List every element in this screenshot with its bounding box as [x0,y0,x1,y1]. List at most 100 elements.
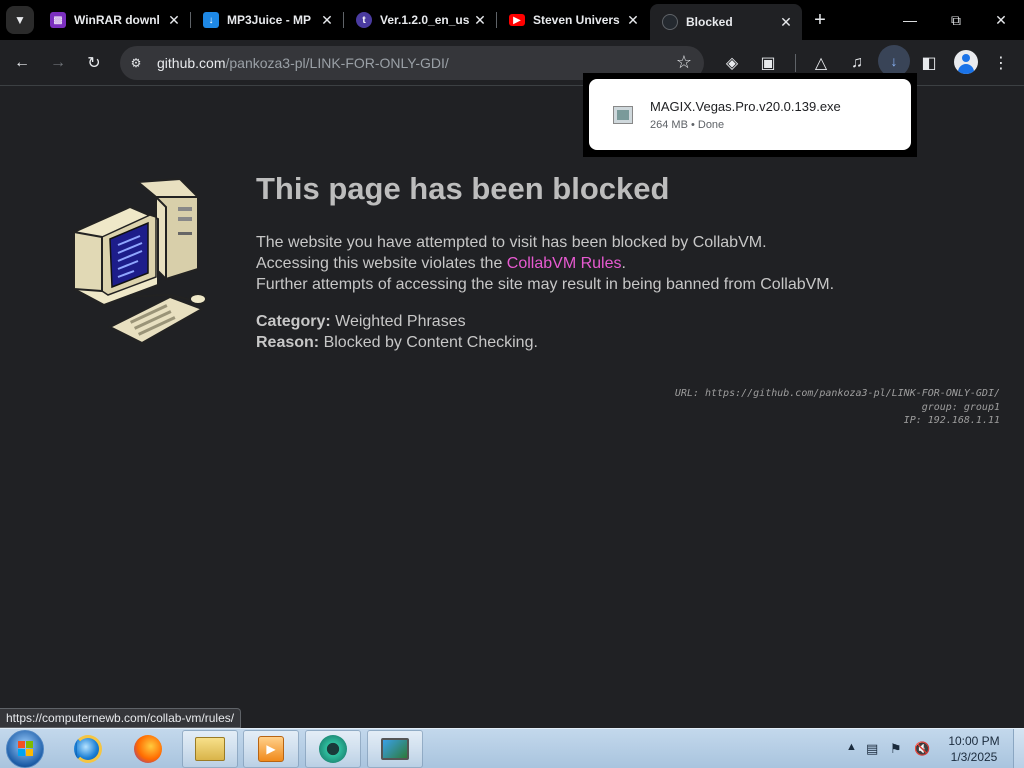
tab-title: Ver.1.2.0_en_us [380,13,470,27]
minimize-icon: — [903,12,917,28]
restore-button[interactable]: ⧉ [933,0,979,40]
puzzle-icon: ▣ [760,55,776,72]
playlist-icon: ♫ [851,54,863,71]
side-panel-button[interactable]: ◧ [914,48,944,78]
volume-muted-icon[interactable]: 🔇 [914,741,930,757]
block-message-line3: Further attempts of accessing the site m… [256,276,835,293]
download-filename: MAGIX.Vegas.Pro.v20.0.139.exe [650,99,841,114]
reason-row: Reason: Blocked by Content Checking. [256,334,538,352]
system-clock[interactable]: 10:00 PM 1/3/2025 [944,733,1004,765]
category-row: Category: Weighted Phrases [256,313,466,331]
url-host: github.com [157,55,226,71]
block-message-line2: Accessing this website violates the Coll… [256,255,626,273]
tab-title: WinRAR downl [74,13,160,27]
winrar-icon: ▩ [50,12,66,28]
download-status: 264 MB • Done [650,119,725,131]
close-tab-icon[interactable]: ✕ [319,12,335,28]
download-item[interactable]: MAGIX.Vegas.Pro.v20.0.139.exe 264 MB • D… [589,79,911,150]
taskbar-media-player[interactable]: ▶ [243,730,299,768]
tab-mp3juice[interactable]: ↓ MP3Juice - MP ✕ [191,4,343,36]
taskbar-chrome[interactable] [305,730,361,768]
download-bubble: MAGIX.Vegas.Pro.v20.0.139.exe 264 MB • D… [583,73,917,157]
tab-title: Steven Univers [533,13,620,27]
back-button[interactable]: ← [7,48,37,78]
youtube-icon: ▶ [509,14,525,26]
mp3juice-icon: ↓ [203,12,219,28]
reason-label: Reason: [256,334,320,351]
restore-icon: ⧉ [951,11,961,28]
tab-blocked[interactable]: Blocked ✕ [650,4,802,40]
blocked-page: This page has been blocked The website y… [0,87,1024,709]
profile-avatar-icon[interactable] [954,50,978,74]
tab-tumblr[interactable]: t Ver.1.2.0_en_us ✕ [344,4,496,36]
file-explorer-icon [195,737,225,761]
url-text: github.com/pankoza3-pl/LINK-FOR-ONLY-GDI… [157,55,449,71]
arrow-right-icon: → [50,54,66,71]
clock-time: 10:00 PM [948,734,1000,748]
forward-button[interactable]: → [43,48,73,78]
github-icon [662,14,678,30]
firefox-icon [134,735,162,763]
close-tab-icon[interactable]: ✕ [472,12,488,28]
tab-youtube[interactable]: ▶ Steven Univers ✕ [497,4,649,36]
internet-explorer-icon [74,735,102,763]
block-message-line1: The website you have attempted to visit … [256,234,767,251]
reason-value: Blocked by Content Checking. [323,334,538,351]
taskbar-firefox[interactable] [120,730,176,768]
close-tab-icon[interactable]: ✕ [778,14,794,30]
download-icon: ↓ [890,53,898,69]
line2-prefix: Accessing this website violates the [256,255,507,272]
show-hidden-icons-button[interactable]: ▲ [846,741,857,753]
url-path: /pankoza3-pl/LINK-FOR-ONLY-GDI/ [225,55,449,71]
monitor-app-icon [381,738,409,760]
start-button[interactable] [6,730,44,768]
reload-icon: ↻ [87,55,101,72]
show-desktop-button[interactable] [1013,729,1024,768]
action-center-flag-icon[interactable]: ⚑ [890,741,902,757]
extension-sync-icon: ◈ [725,55,739,72]
taskbar-internet-explorer[interactable] [60,730,116,768]
url-meta: URL: https://github.com/pankoza3-pl/LINK… [674,388,1000,399]
minimize-button[interactable]: — [887,0,933,40]
taskbar-file-explorer[interactable] [182,730,238,768]
chrome-icon [319,735,347,763]
toolbar-separator [795,54,796,72]
taskbar: ▶ ▲ ▤ ⚑ 🔇 10:00 PM 1/3/2025 [0,728,1024,768]
chevron-down-icon: ▼ [14,13,26,27]
kebab-menu-icon: ⋮ [993,55,1009,72]
tab-title: Blocked [686,15,733,29]
ip-meta: IP: 192.168.1.11 [903,415,1000,426]
new-tab-button[interactable]: + [808,8,832,32]
category-label: Category: [256,313,331,330]
media-player-icon: ▶ [258,736,284,762]
exe-file-icon [613,106,633,124]
line2-suffix: . [621,255,626,272]
taskbar-monitor-app[interactable] [367,730,423,768]
network-icon[interactable]: ▤ [866,741,878,757]
close-icon: ✕ [995,11,1007,28]
page-title: This page has been blocked [256,171,670,206]
tab-search-button[interactable]: ▼ [6,6,34,34]
collabvm-rules-link[interactable]: CollabVM Rules [507,255,622,272]
bookmark-star-icon[interactable]: ☆ [676,52,692,73]
tab-strip: ▼ ▩ WinRAR downl ✕ ↓ MP3Juice - MP ✕ t V… [0,0,1024,40]
site-info-icon[interactable]: ⚙ [128,55,144,71]
reload-button[interactable]: ↻ [79,48,109,78]
computer-illustration-icon [73,177,207,345]
windows-logo-icon [18,741,34,757]
browser-window: ▼ ▩ WinRAR downl ✕ ↓ MP3Juice - MP ✕ t V… [0,0,1024,768]
close-window-button[interactable]: ✕ [978,0,1024,40]
category-value: Weighted Phrases [335,313,466,330]
group-meta: group: group1 [921,402,1000,413]
flask-icon: △ [814,55,828,72]
tab-winrar[interactable]: ▩ WinRAR downl ✕ [38,4,190,36]
close-tab-icon[interactable]: ✕ [166,12,182,28]
side-panel-icon: ◧ [921,55,937,72]
menu-button[interactable]: ⋮ [986,48,1016,78]
tumblr-icon: t [356,12,372,28]
tab-title: MP3Juice - MP [227,13,312,27]
arrow-left-icon: ← [14,54,30,71]
link-status-bubble: https://computernewb.com/collab-vm/rules… [0,708,242,728]
plus-icon: + [814,8,826,31]
close-tab-icon[interactable]: ✕ [625,12,641,28]
